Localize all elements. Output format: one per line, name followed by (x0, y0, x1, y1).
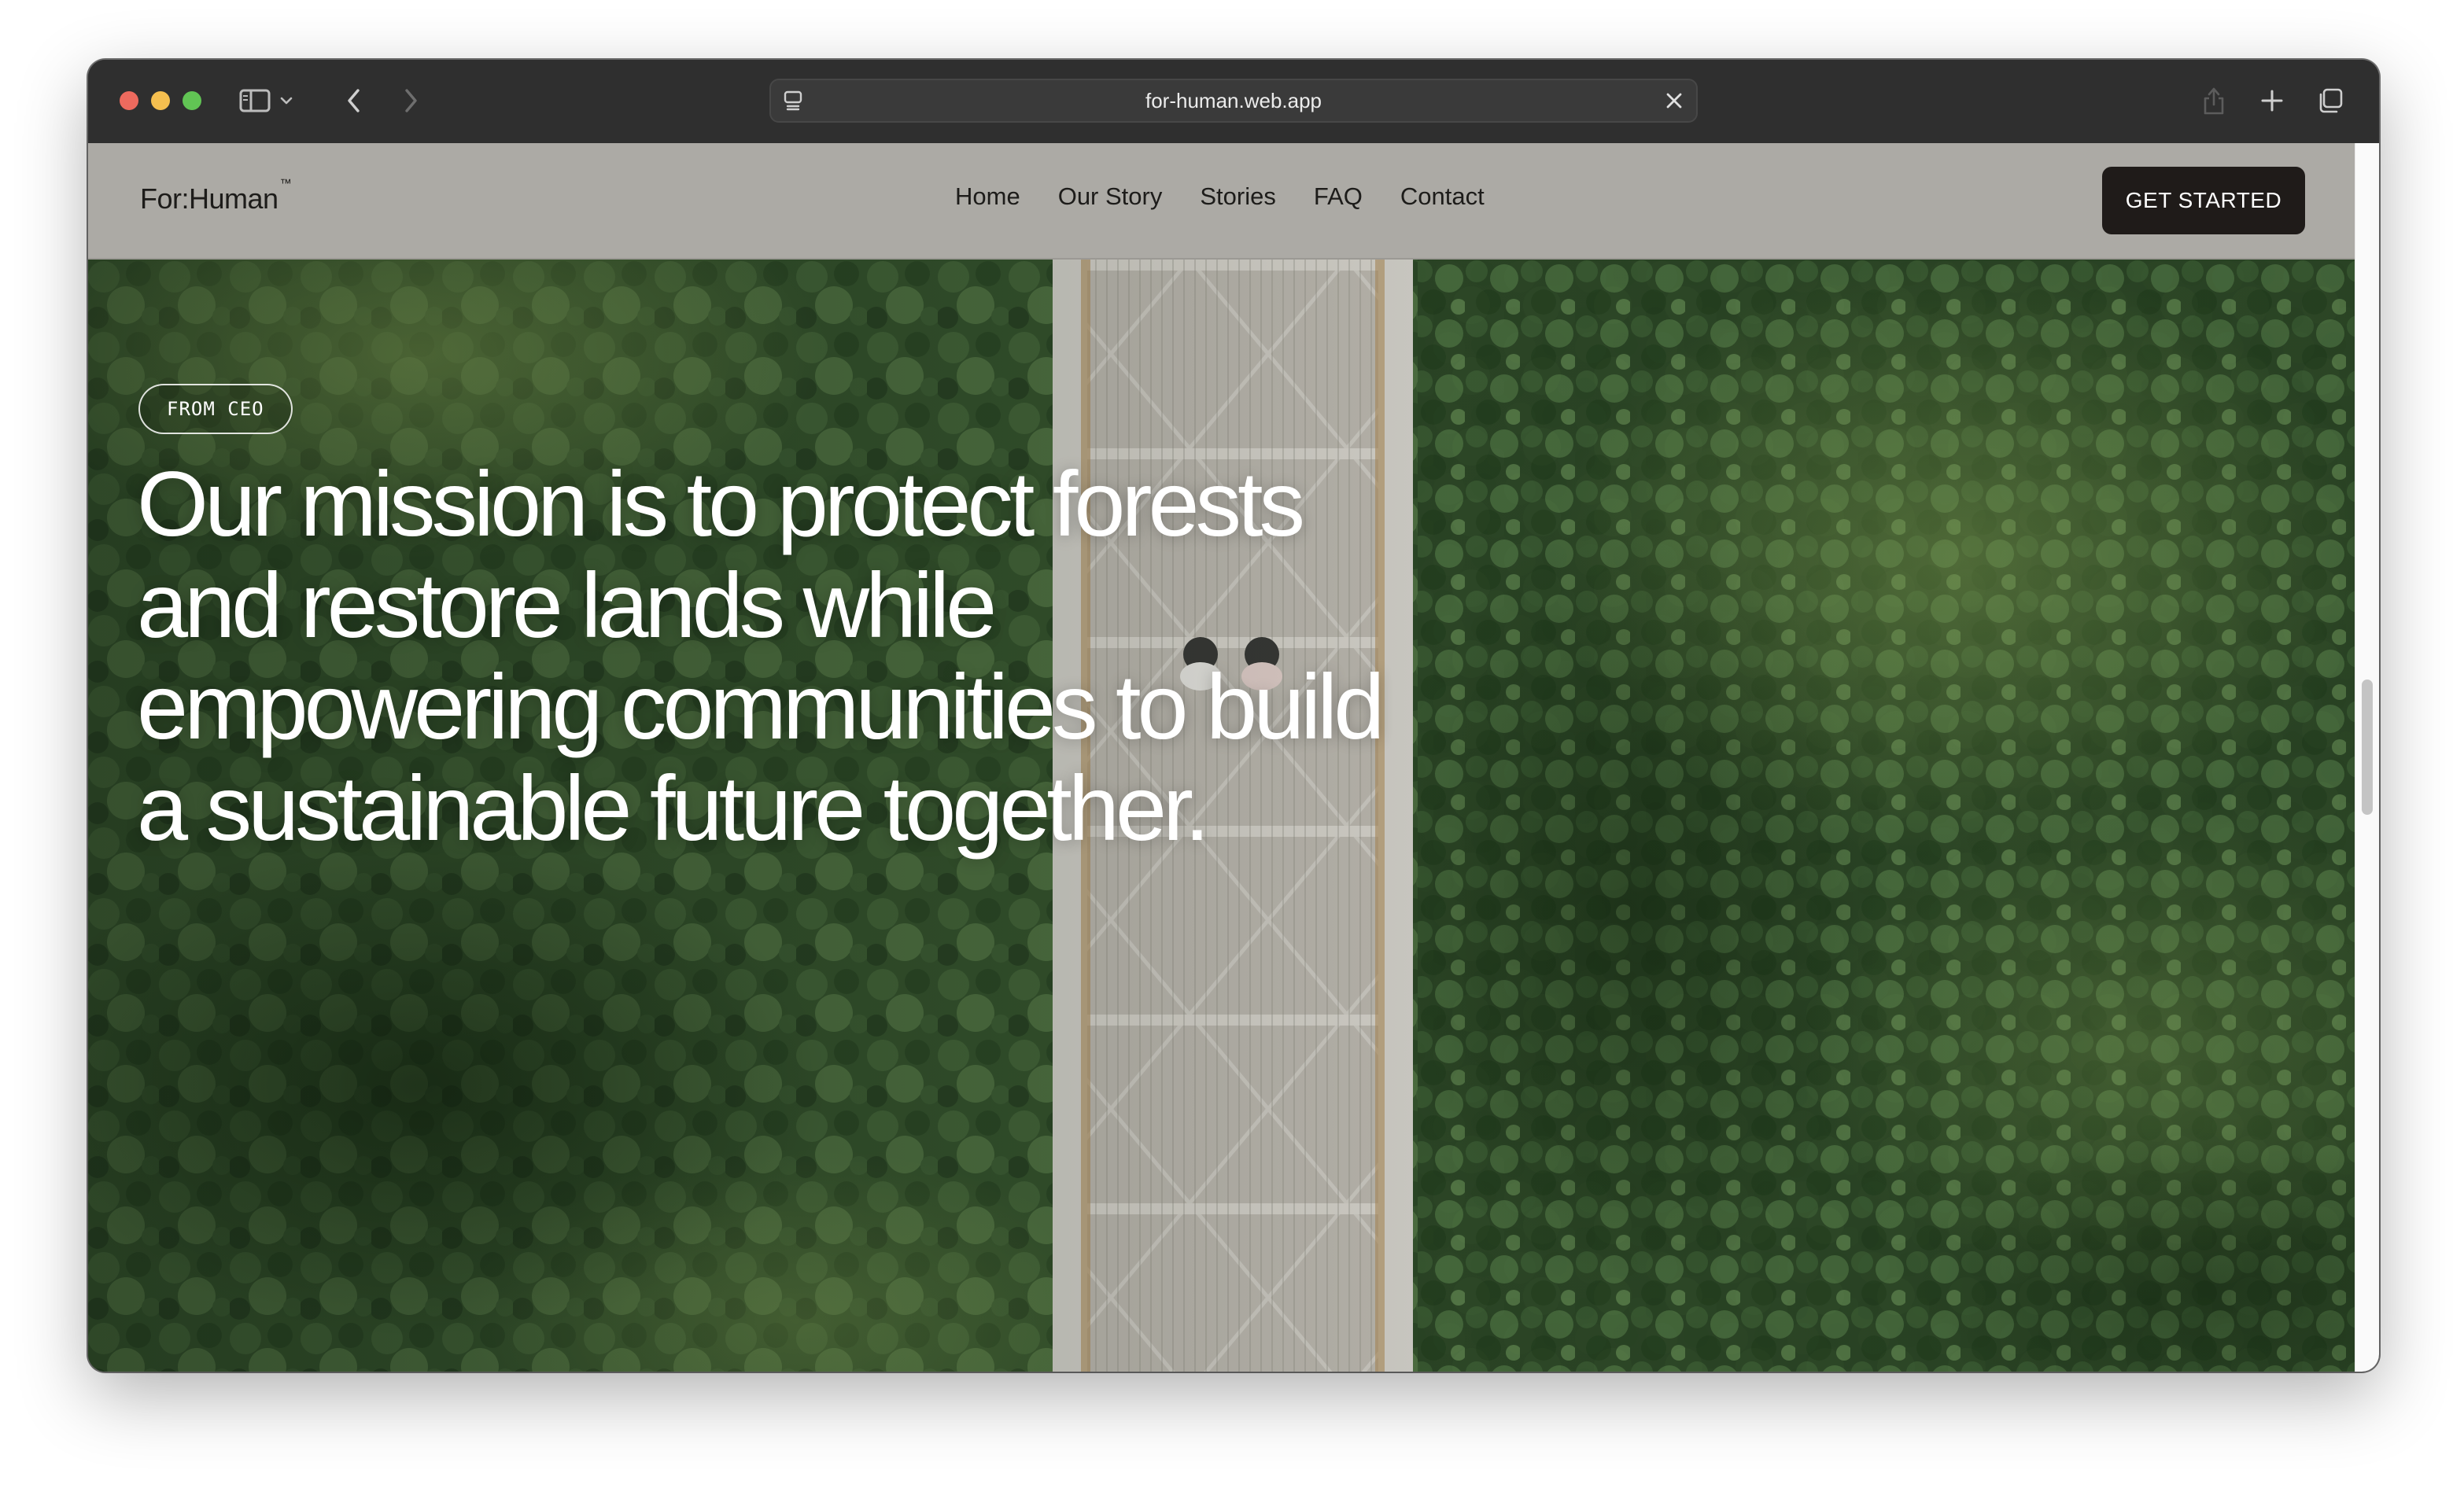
logo[interactable]: For:Human ™ (140, 177, 292, 215)
browser-window: for-human.web.app For:Human ™ Home Our St… (88, 60, 2379, 1372)
get-started-button[interactable]: GET STARTED (2102, 167, 2305, 234)
scrollbar-thumb[interactable] (2362, 680, 2373, 815)
browser-toolbar: for-human.web.app (88, 60, 2379, 145)
tab-overview-icon[interactable] (2315, 82, 2346, 120)
trademark-mark: ™ (279, 177, 292, 190)
main-nav: Home Our Story Stories FAQ Contact (955, 182, 1485, 211)
nav-link-contact[interactable]: Contact (1400, 182, 1485, 211)
chevron-left-icon[interactable] (338, 82, 370, 120)
close-icon[interactable] (1662, 88, 1687, 113)
chevron-down-icon[interactable] (277, 82, 296, 120)
minimize-window-button[interactable] (151, 91, 170, 110)
url-text[interactable]: for-human.web.app (771, 80, 1696, 121)
plus-icon[interactable] (2256, 82, 2288, 120)
nav-link-home[interactable]: Home (955, 182, 1020, 211)
nav-link-stories[interactable]: Stories (1200, 182, 1275, 211)
close-window-button[interactable] (120, 91, 138, 110)
nav-link-faq[interactable]: FAQ (1314, 182, 1363, 211)
logo-text[interactable]: For:Human (140, 182, 278, 215)
scrollbar-track[interactable] (2355, 143, 2379, 1372)
address-bar[interactable]: for-human.web.app (769, 79, 1698, 123)
hero-headline: Our mission is to protect forests and re… (137, 452, 1385, 860)
site-header: For:Human ™ Home Our Story Stories FAQ Co… (88, 143, 2355, 260)
share-icon[interactable] (2198, 82, 2230, 120)
chevron-right-icon[interactable] (395, 82, 426, 120)
nav-link-our-story[interactable]: Our Story (1058, 182, 1163, 211)
zoom-window-button[interactable] (183, 91, 201, 110)
from-ceo-tag: FROM CEO (138, 384, 293, 434)
page-viewport: For:Human ™ Home Our Story Stories FAQ Co… (88, 143, 2379, 1372)
hero-section: FROM CEO Our mission is to protect fores… (88, 260, 2355, 1372)
sidebar-icon[interactable] (238, 82, 272, 120)
